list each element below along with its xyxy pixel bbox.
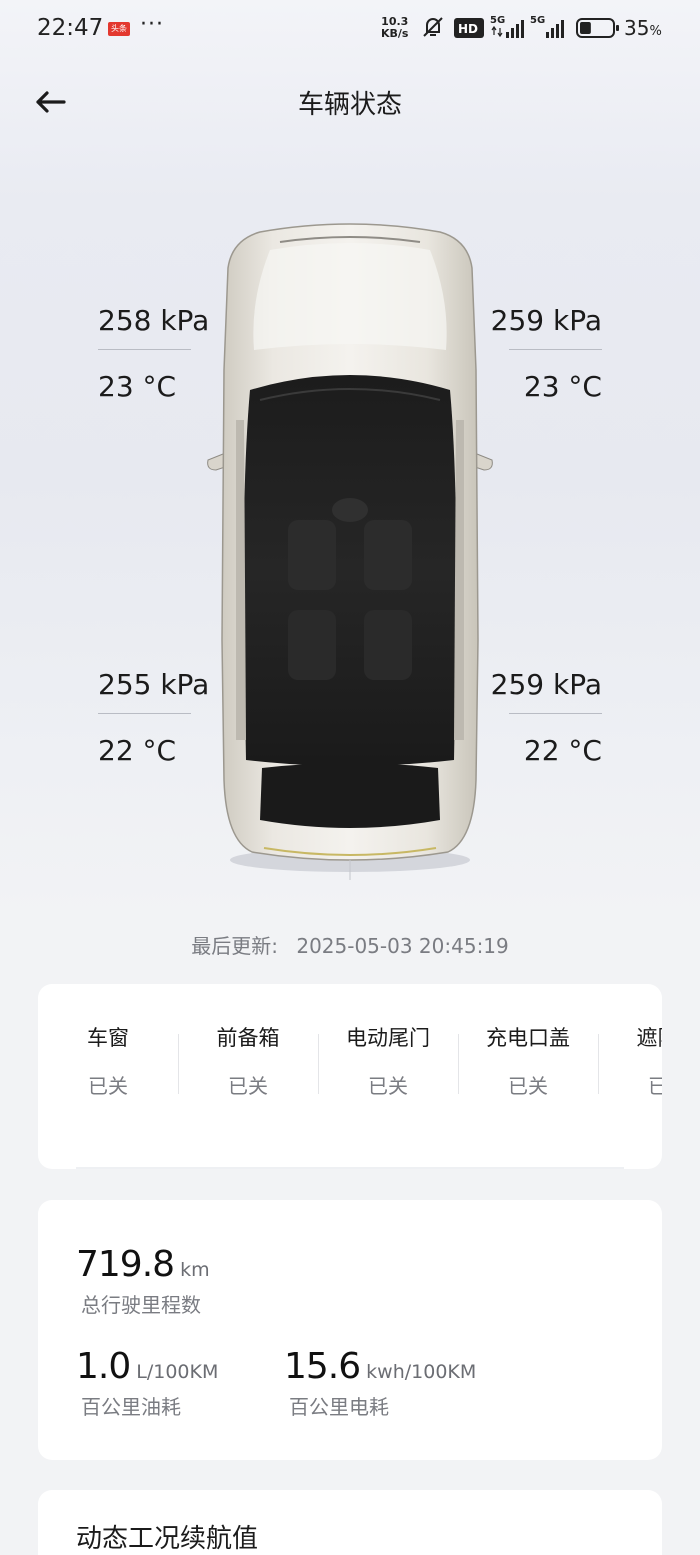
last-update-value: 2025-05-03 20:45:19	[296, 934, 509, 958]
status-item-charge-port[interactable]: 充电口盖 已关	[458, 1022, 598, 1102]
tire-temperature: 22 °C	[523, 734, 602, 767]
signal-1-label: 5G	[490, 15, 505, 26]
status-item-value: 已关	[508, 1074, 548, 1098]
status-item-tailgate[interactable]: 电动尾门 已关	[318, 1022, 458, 1102]
status-item-label: 前备箱	[216, 1026, 280, 1050]
network-speed: 10.3 KB/s	[381, 16, 408, 40]
closure-status-card[interactable]: 车窗 已关 前备箱 已关 电动尾门 已关 充电口盖 已关 遮阳帘 已关	[38, 984, 662, 1169]
odometer-value: 719.8	[76, 1244, 175, 1285]
battery-percent: 35%	[624, 16, 662, 40]
tire-front-left: 258 kPa 23 °C	[98, 304, 210, 403]
odometer-caption: 总行驶里程数	[81, 1293, 201, 1317]
news-app-badge-icon: 头条	[108, 22, 130, 36]
power-consumption-unit: kwh/100KM	[366, 1361, 477, 1383]
tire-front-right: 259 kPa 23 °C	[490, 304, 602, 403]
odometer-stat: 719.8 km 总行驶里程数	[76, 1244, 210, 1318]
power-consumption-value: 15.6	[284, 1346, 361, 1387]
power-consumption-stat: 15.6 kwh/100KM 百公里电耗	[284, 1346, 476, 1420]
status-bar: 22:47 头条 ··· 10.3 KB/s HD 5G 5G 35%	[0, 0, 700, 58]
status-item-sunshade[interactable]: 遮阳帘 已关	[598, 1022, 662, 1102]
fuel-consumption-caption: 百公里油耗	[81, 1395, 181, 1419]
signal-2-label: 5G	[530, 15, 545, 26]
closure-status-list[interactable]: 车窗 已关 前备箱 已关 电动尾门 已关 充电口盖 已关 遮阳帘 已关	[38, 1022, 662, 1102]
horizontal-scrollbar[interactable]	[76, 1167, 624, 1169]
fuel-consumption-stat: 1.0 L/100KM 百公里油耗	[76, 1346, 218, 1420]
tire-divider	[98, 349, 191, 350]
driving-stats-card: 719.8 km 总行驶里程数 1.0 L/100KM 百公里油耗 15.6 kwh/…	[38, 1200, 662, 1460]
status-time: 22:47	[37, 15, 104, 41]
tire-rear-left: 255 kPa 22 °C	[98, 668, 210, 767]
network-speed-unit: KB/s	[381, 27, 409, 40]
battery-icon	[576, 17, 620, 43]
dynamic-range-title: 动态工况续航值	[76, 1524, 259, 1554]
last-update-label: 最后更新:	[191, 934, 278, 958]
status-item-window[interactable]: 车窗 已关	[38, 1022, 178, 1102]
more-notifications-icon: ···	[140, 12, 164, 37]
tire-pressure: 259 kPa	[490, 304, 602, 337]
tire-divider	[509, 349, 602, 350]
tire-divider	[509, 713, 602, 714]
odometer-unit: km	[180, 1259, 210, 1281]
power-consumption-caption: 百公里电耗	[289, 1395, 389, 1419]
last-update: 最后更新: 2025-05-03 20:45:19	[0, 930, 700, 959]
status-item-label: 电动尾门	[346, 1026, 430, 1050]
status-item-value: 已关	[88, 1074, 128, 1098]
tire-temperature: 23 °C	[98, 370, 177, 403]
status-item-label: 充电口盖	[486, 1026, 570, 1050]
hd-label: HD	[458, 22, 478, 36]
tire-pressure: 258 kPa	[98, 304, 210, 337]
dynamic-range-card[interactable]: 动态工况续航值	[38, 1490, 662, 1555]
tire-pressure: 259 kPa	[490, 668, 602, 701]
status-item-frunk[interactable]: 前备箱 已关	[178, 1022, 318, 1102]
hd-voice-icon: HD	[454, 18, 484, 42]
tire-rear-right: 259 kPa 22 °C	[490, 668, 602, 767]
tire-divider	[98, 713, 191, 714]
tire-temperature: 22 °C	[98, 734, 177, 767]
car-top-view-image	[207, 223, 493, 880]
tire-temperature: 23 °C	[523, 370, 602, 403]
tire-pressure: 255 kPa	[98, 668, 210, 701]
battery-percent-sign: %	[649, 24, 662, 39]
fuel-consumption-value: 1.0	[76, 1346, 131, 1387]
signal-5g-1-icon: 5G	[490, 14, 528, 44]
signal-5g-2-icon: 5G	[530, 14, 568, 44]
battery-percent-value: 35	[624, 16, 650, 40]
status-item-label: 车窗	[87, 1026, 129, 1050]
status-item-value: 已关	[228, 1074, 268, 1098]
status-item-label: 遮阳帘	[636, 1026, 663, 1050]
fuel-consumption-unit: L/100KM	[136, 1361, 219, 1383]
status-item-value: 已关	[368, 1074, 408, 1098]
status-item-value: 已关	[648, 1074, 662, 1098]
page-title: 车辆状态	[297, 90, 402, 120]
mute-bell-icon	[420, 14, 446, 44]
